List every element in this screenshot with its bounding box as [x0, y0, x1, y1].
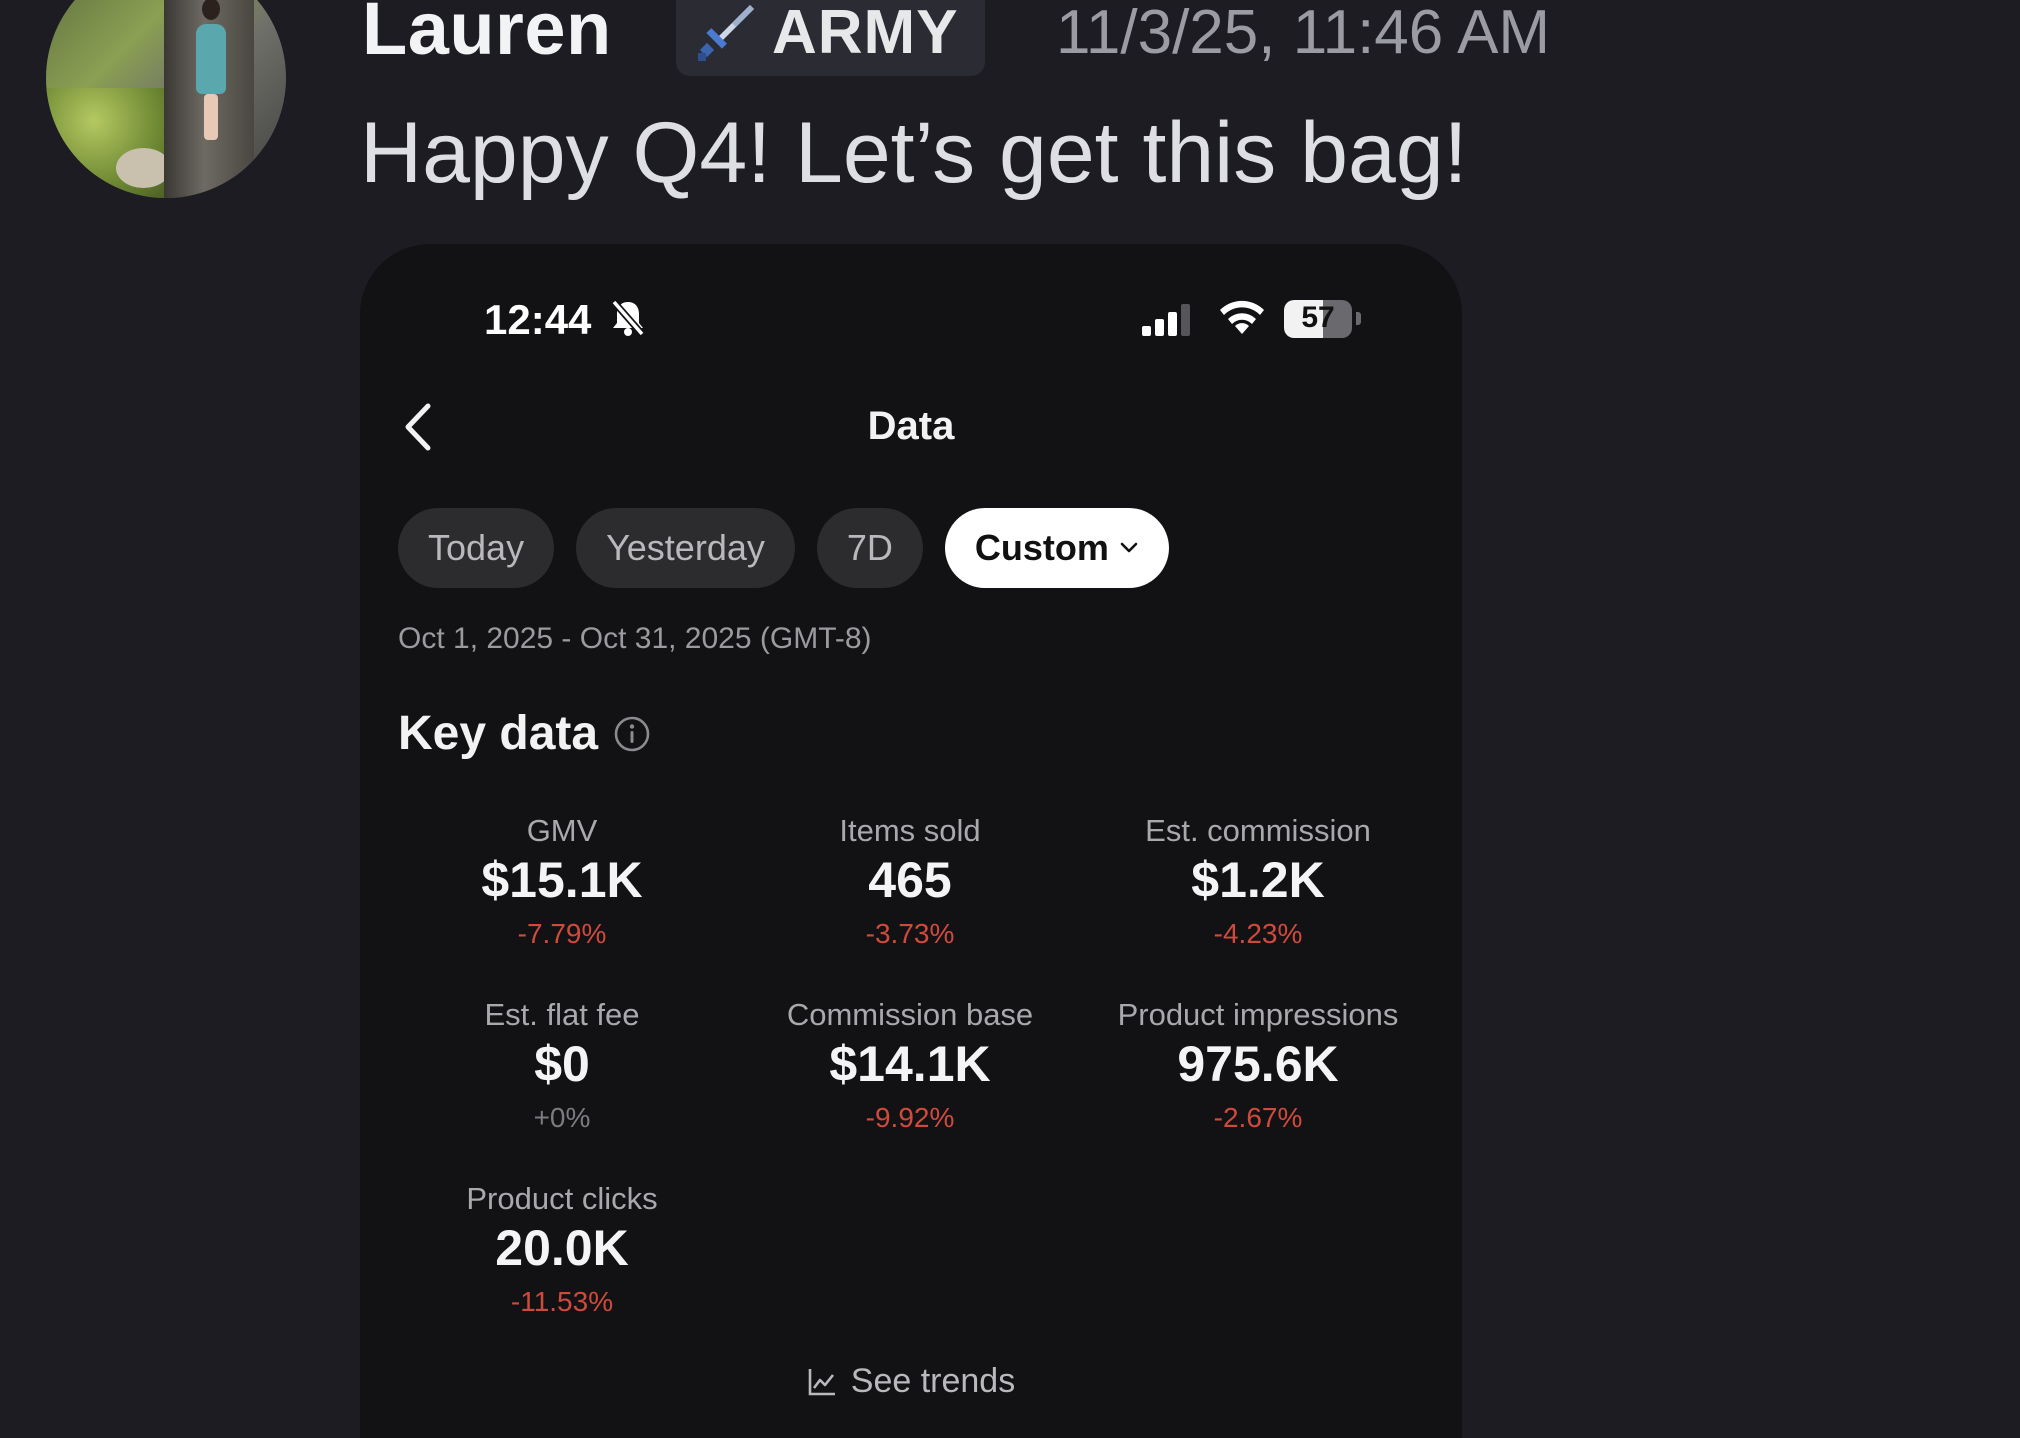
page-title: Data	[867, 404, 955, 448]
username[interactable]: Lauren	[362, 0, 612, 66]
battery-icon: 57	[1284, 300, 1352, 338]
filter-custom[interactable]: Custom	[944, 508, 1169, 588]
bell-muted-icon	[610, 298, 646, 343]
metric-est-commission[interactable]: Est. commission $1.2K -4.23%	[1098, 812, 1418, 953]
user-avatar[interactable]	[46, 0, 286, 198]
metric-est-flat-fee[interactable]: Est. flat fee $0 +0%	[402, 996, 722, 1137]
metric-gmv[interactable]: GMV $15.1K -7.79%	[402, 812, 722, 953]
message-text: Happy Q4! Let’s get this bag!	[360, 105, 1468, 201]
battery-percent: 57	[1301, 301, 1335, 334]
key-data-heading: Key data	[398, 706, 652, 761]
message-timestamp: 11/3/25, 11:46 AM	[1056, 0, 1551, 67]
status-bar: 12:44 57	[360, 296, 1462, 346]
wifi-icon	[1218, 298, 1266, 341]
sword-icon	[696, 1, 758, 63]
chevron-down-icon	[1119, 541, 1139, 555]
metric-product-impressions[interactable]: Product impressions 975.6K -2.67%	[1098, 996, 1418, 1137]
see-trends-link[interactable]: See trends	[360, 1362, 1462, 1401]
attached-screenshot[interactable]: 12:44 57 Data Today Yesterday 7D Custom …	[360, 244, 1462, 1438]
metric-commission-base[interactable]: Commission base $14.1K -9.92%	[750, 996, 1070, 1137]
metric-items-sold[interactable]: Items sold 465 -3.73%	[750, 812, 1070, 953]
role-badge[interactable]: ARMY	[676, 0, 985, 76]
filter-7d[interactable]: 7D	[816, 508, 923, 588]
filter-yesterday[interactable]: Yesterday	[576, 508, 795, 588]
metric-product-clicks[interactable]: Product clicks 20.0K -11.53%	[402, 1180, 722, 1321]
info-icon[interactable]	[612, 714, 652, 754]
status-time: 12:44	[484, 296, 592, 343]
nav-bar: Data	[360, 396, 1462, 456]
role-label: ARMY	[772, 0, 959, 67]
date-filter-tabs: Today Yesterday 7D Custom	[398, 508, 1169, 588]
date-range: Oct 1, 2025 - Oct 31, 2025 (GMT-8)	[398, 622, 872, 655]
line-chart-icon	[807, 1367, 837, 1397]
filter-today[interactable]: Today	[398, 508, 555, 588]
cellular-signal-icon	[1140, 304, 1196, 341]
